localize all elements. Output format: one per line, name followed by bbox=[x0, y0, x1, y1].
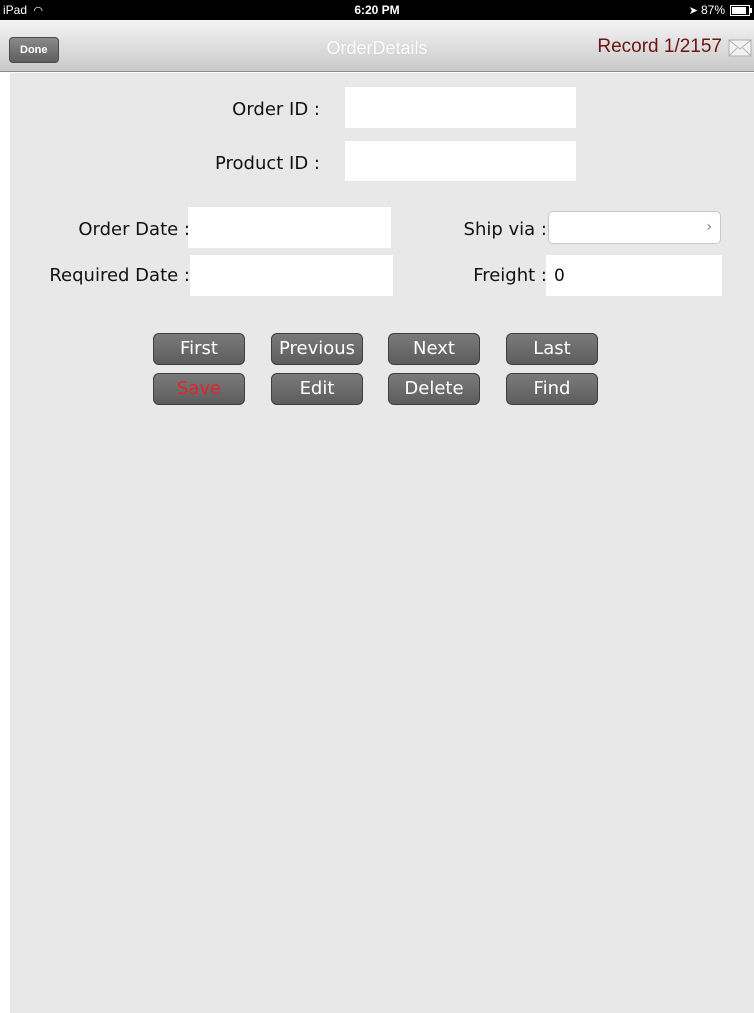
status-bar: iPad ◠ 6:20 PM ➤ 87% bbox=[0, 0, 754, 20]
freight-field[interactable] bbox=[546, 255, 722, 296]
edit-button[interactable]: Edit bbox=[271, 373, 363, 405]
delete-button[interactable]: Delete bbox=[388, 373, 480, 405]
chevron-right-icon: › bbox=[706, 219, 712, 235]
find-button[interactable]: Find bbox=[506, 373, 598, 405]
save-button[interactable]: Save bbox=[153, 373, 245, 405]
previous-button[interactable]: Previous bbox=[271, 333, 363, 365]
mail-icon[interactable] bbox=[728, 37, 752, 59]
order-date-label: Order Date : bbox=[78, 219, 190, 240]
ship-via-select[interactable]: › bbox=[548, 211, 721, 244]
first-button[interactable]: First bbox=[153, 333, 245, 365]
status-time: 6:20 PM bbox=[354, 3, 400, 17]
status-right: ➤ 87% bbox=[688, 3, 752, 17]
navigation-bar: Done OrderDetails Record 1/2157 bbox=[0, 20, 754, 72]
order-id-field[interactable] bbox=[345, 87, 576, 128]
product-id-field[interactable] bbox=[345, 141, 576, 181]
record-counter: Record 1/2157 bbox=[597, 36, 722, 57]
form-content: Order ID : Product ID : Order Date : Shi… bbox=[10, 73, 754, 1013]
freight-label: Freight : bbox=[473, 265, 547, 286]
battery-icon bbox=[730, 4, 752, 16]
last-button[interactable]: Last bbox=[506, 333, 598, 365]
battery-percent: 87% bbox=[700, 3, 725, 17]
required-date-label: Required Date : bbox=[49, 265, 190, 286]
location-arrow-icon: ➤ bbox=[688, 4, 698, 17]
next-button[interactable]: Next bbox=[388, 333, 480, 365]
order-date-field[interactable] bbox=[188, 207, 391, 248]
ship-via-label: Ship via : bbox=[463, 219, 547, 240]
product-id-label: Product ID : bbox=[214, 153, 320, 174]
order-id-label: Order ID : bbox=[232, 99, 320, 120]
required-date-field[interactable] bbox=[190, 255, 393, 296]
